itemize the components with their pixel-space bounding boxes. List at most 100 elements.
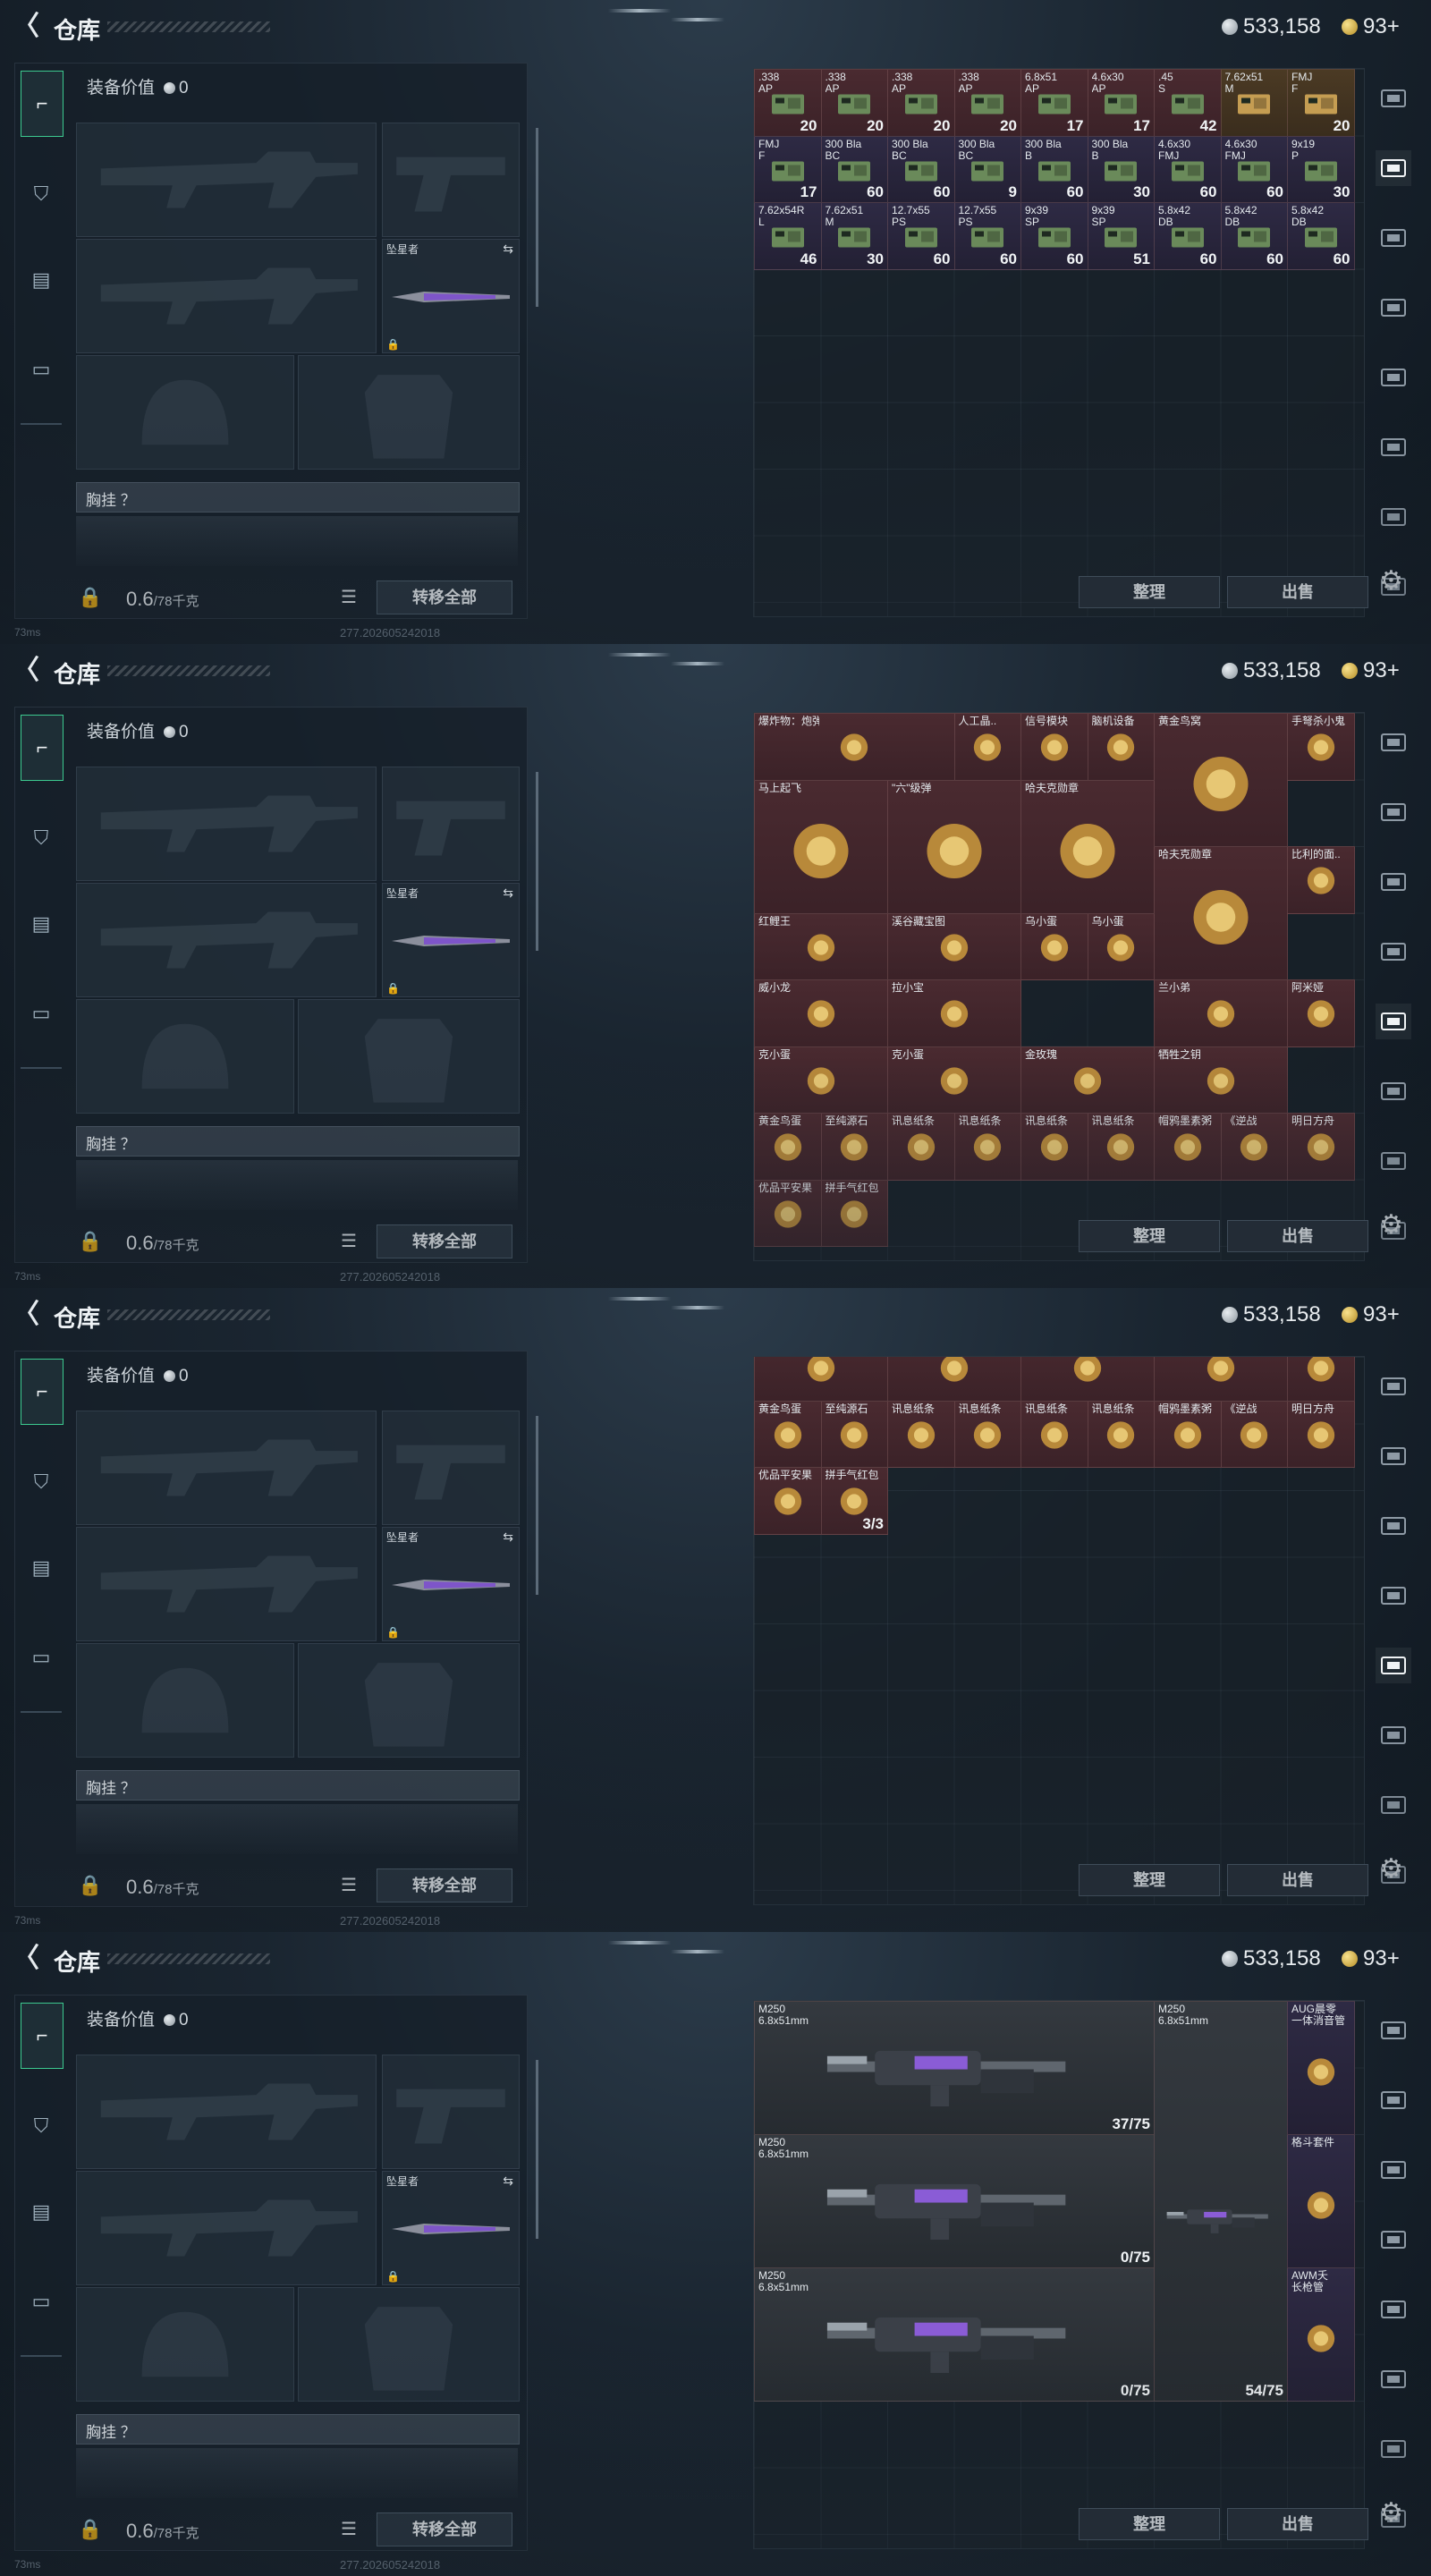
inventory-item[interactable]: 7.62x51 M 30 — [820, 202, 888, 270]
helmet-tab-icon[interactable] — [1376, 2012, 1411, 2048]
crate-tab-icon[interactable] — [1376, 1438, 1411, 1474]
inventory-item[interactable]: 帽鸦墨素粥 — [1154, 1400, 1222, 1468]
inventory-item[interactable]: 5.8x42 DB 60 — [1220, 202, 1288, 270]
swap-icon[interactable]: ⇆ — [503, 1530, 513, 1545]
inventory-item[interactable]: 拼手气红包 — [820, 1179, 888, 1247]
photo-tab-icon[interactable] — [1376, 290, 1411, 326]
inventory-item[interactable]: 9x19 P 30 — [1287, 135, 1355, 203]
inventory-item[interactable]: 克小蛋 — [754, 1046, 888, 1114]
helmet-tab-icon[interactable] — [1376, 1368, 1411, 1404]
inventory-item[interactable]: 12.7x55 PS 60 — [887, 202, 955, 270]
tab-weapons[interactable]: ⌐ — [21, 1359, 64, 1425]
inventory-item[interactable]: 讯息纸条 — [953, 1400, 1021, 1468]
armor-slot[interactable] — [298, 2287, 520, 2402]
chest-rig-slot[interactable]: 胸挂 ？ — [76, 2414, 520, 2445]
inventory-item[interactable]: 比利的面.. — [1287, 846, 1355, 914]
transfer-all-button[interactable]: 转移全部 — [377, 580, 512, 614]
photo-tab-icon[interactable] — [1376, 934, 1411, 970]
back-arrow-icon[interactable]: 〈 — [13, 657, 39, 685]
tab-backpack[interactable]: ▤ — [21, 248, 62, 312]
melee-slot[interactable]: 坠星者 ⇆ 🔒 — [382, 2171, 520, 2285]
sell-button[interactable]: 出售 — [1227, 576, 1368, 608]
inventory-item[interactable]: M250 6.8x51mm 54/75 — [1154, 2001, 1288, 2402]
inventory-item[interactable]: 300 Bla B 60 — [1020, 135, 1088, 203]
silver-currency[interactable]: 533,158 — [1222, 14, 1321, 39]
display-tab-icon[interactable] — [1376, 1717, 1411, 1753]
inventory-item[interactable]: 讯息纸条 — [1087, 1113, 1155, 1181]
padlock-icon[interactable]: 🔒 — [78, 2518, 102, 2541]
tab-armor[interactable]: ⛉ — [21, 162, 62, 226]
back-arrow-icon[interactable]: 〈 — [13, 1301, 39, 1329]
melee-slot[interactable]: 坠星者 ⇆ 🔒 — [382, 239, 520, 353]
loadout-scrollbar[interactable] — [536, 1416, 538, 1595]
armor-slot[interactable] — [298, 355, 520, 470]
tab-case[interactable]: ▭ — [21, 337, 62, 402]
gold-currency[interactable]: 93+ — [1342, 1302, 1400, 1327]
chest-rig-slot[interactable]: 胸挂 ？ — [76, 482, 520, 513]
inventory-item[interactable]: 克小蛋 — [754, 1357, 888, 1402]
inventory-item[interactable]: 300 Bla B 30 — [1087, 135, 1155, 203]
back-arrow-icon[interactable]: 〈 — [13, 1945, 39, 1973]
storage-tab-icon[interactable] — [1376, 499, 1411, 535]
inventory-item[interactable]: 格斗套件 — [1287, 2134, 1355, 2268]
inventory-item[interactable]: .338 AP 20 — [820, 69, 888, 137]
shelf-tab-icon[interactable] — [1376, 360, 1411, 395]
inventory-item[interactable]: M250 6.8x51mm 37/75 — [754, 2001, 1155, 2135]
inventory-item[interactable]: 至纯源石 — [820, 1400, 888, 1468]
display-tab-icon[interactable] — [1376, 1073, 1411, 1109]
inventory-item[interactable]: AWM夭 长枪管 — [1287, 2267, 1355, 2402]
gold-currency[interactable]: 93+ — [1342, 14, 1400, 39]
tab-case[interactable]: ▭ — [21, 2269, 62, 2334]
inventory-item[interactable]: 哈夫克勋章 — [1154, 846, 1288, 980]
tab-weapons[interactable]: ⌐ — [21, 71, 64, 137]
swap-icon[interactable]: ⇆ — [503, 2174, 513, 2189]
inventory-item[interactable]: M250 6.8x51mm 0/75 — [754, 2134, 1155, 2268]
inventory-item[interactable]: .338 AP 20 — [953, 69, 1021, 137]
crate-tab-icon[interactable] — [1376, 150, 1411, 186]
inventory-item[interactable]: 讯息纸条 — [1020, 1400, 1088, 1468]
inventory-item[interactable]: 讯息纸条 — [1020, 1113, 1088, 1181]
settings-gear-icon[interactable]: ⚙ — [1379, 2497, 1403, 2529]
inventory-item[interactable]: 讯息纸条 — [887, 1400, 955, 1468]
sort-button[interactable]: 整理 — [1079, 576, 1220, 608]
inventory-item[interactable]: 300 Bla BC 60 — [887, 135, 955, 203]
inventory-item[interactable]: 黄金鸟蛋 — [754, 1113, 822, 1181]
pistol-slot[interactable] — [382, 123, 520, 237]
inventory-item[interactable]: 9x39 SP 60 — [1020, 202, 1088, 270]
chest-rig-slot[interactable]: 胸挂 ？ — [76, 1126, 520, 1157]
transfer-all-button[interactable]: 转移全部 — [377, 1868, 512, 1902]
inventory-item[interactable]: 克小蛋 — [887, 1046, 1021, 1114]
inventory-item[interactable]: 讯息纸条 — [1087, 1400, 1155, 1468]
loadout-scrollbar[interactable] — [536, 2060, 538, 2239]
melee-slot[interactable]: 坠星者 ⇆ 🔒 — [382, 1527, 520, 1641]
helmet-tab-icon[interactable] — [1376, 724, 1411, 760]
inventory-item[interactable]: 乌小蛋 — [1087, 912, 1155, 980]
shelf-tab-icon[interactable] — [1376, 2292, 1411, 2327]
cabinet-tab-icon[interactable] — [1376, 2152, 1411, 2188]
secondary-weapon-slot[interactable] — [76, 883, 377, 997]
photo-tab-icon[interactable] — [1376, 2222, 1411, 2258]
gold-currency[interactable]: 93+ — [1342, 658, 1400, 683]
list-icon[interactable]: ☰ — [341, 586, 357, 608]
inventory-item[interactable]: 金玫瑰 — [1020, 1046, 1155, 1114]
silver-currency[interactable]: 533,158 — [1222, 658, 1321, 683]
inventory-item[interactable]: M250 6.8x51mm 0/75 — [754, 2267, 1155, 2402]
inventory-item[interactable]: 讯息纸条 — [953, 1113, 1021, 1181]
chest-rig-slot[interactable]: 胸挂 ？ — [76, 1770, 520, 1801]
inventory-item[interactable]: 《逆战 — [1220, 1400, 1288, 1468]
inventory-item[interactable]: 脑机设备 — [1087, 713, 1155, 781]
secondary-weapon-slot[interactable] — [76, 2171, 377, 2285]
inventory-item[interactable]: 4.6x30 FMJ 60 — [1220, 135, 1288, 203]
padlock-icon[interactable]: 🔒 — [78, 1230, 102, 1253]
inventory-item[interactable] — [1287, 1357, 1355, 1402]
inventory-item[interactable]: "六"级弹 — [887, 779, 1021, 914]
inventory-item[interactable]: 300 Bla BC 9 — [953, 135, 1021, 203]
inventory-item[interactable]: 帽鸦墨素粥 — [1154, 1113, 1222, 1181]
inventory-item[interactable]: 黄金鸟蛋 — [754, 1400, 822, 1468]
inventory-item[interactable]: 溪谷藏宝图 — [887, 912, 1021, 980]
pistol-slot[interactable] — [382, 1411, 520, 1525]
primary-weapon-slot[interactable] — [76, 1411, 377, 1525]
inventory-item[interactable]: 红鲤王 — [754, 912, 888, 980]
swap-icon[interactable]: ⇆ — [503, 886, 513, 901]
gold-currency[interactable]: 93+ — [1342, 1946, 1400, 1971]
